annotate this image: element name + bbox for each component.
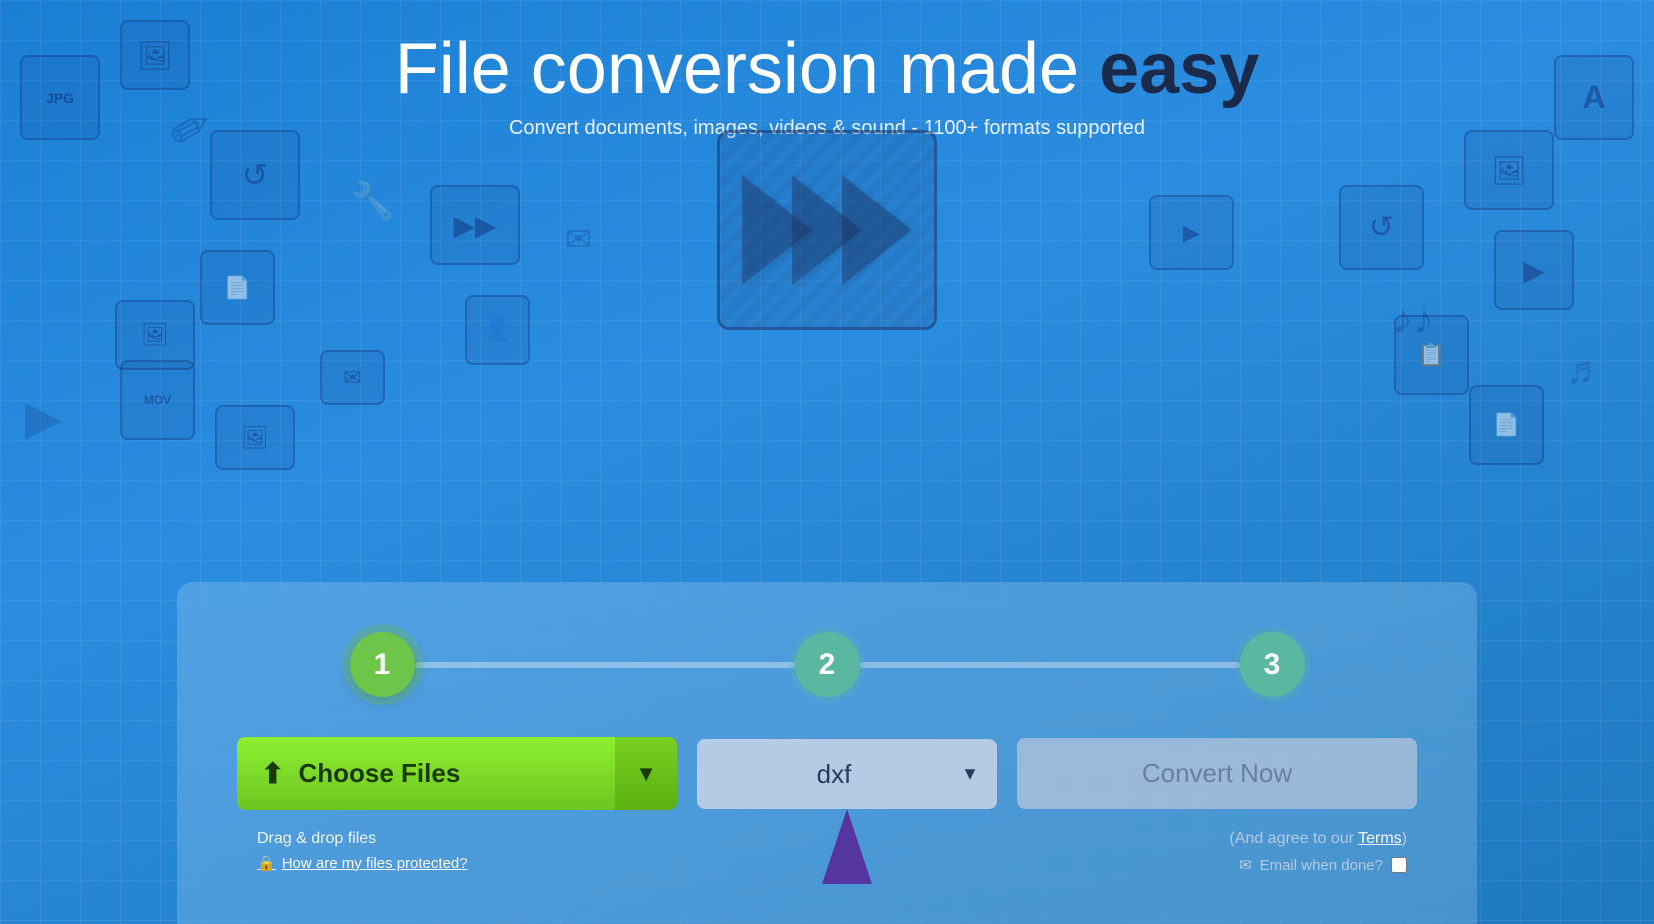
format-select-wrapper: dxf pdf jpg png mp4 mp3 doc docx ▼ bbox=[697, 739, 997, 809]
title-text: File conversion made bbox=[395, 29, 1099, 109]
step-line-2 bbox=[860, 662, 1240, 668]
conversion-panel: 1 2 3 ⬆ Choose Files ▼ dxf p bbox=[177, 582, 1477, 924]
play-arrows bbox=[742, 175, 912, 285]
step-1: 1 bbox=[350, 632, 415, 697]
dropdown-arrow-icon: ▼ bbox=[635, 761, 657, 787]
terms-text: (And agree to our Terms) bbox=[1229, 830, 1407, 848]
title-section: File conversion made easy Convert docume… bbox=[395, 30, 1260, 140]
file-protection-link[interactable]: 🔒 How are my files protected? bbox=[257, 854, 468, 872]
format-select[interactable]: dxf pdf jpg png mp4 mp3 doc docx bbox=[697, 739, 997, 809]
steps-row: 1 2 3 bbox=[237, 632, 1417, 697]
terms-link[interactable]: Terms bbox=[1358, 830, 1402, 847]
lock-icon: 🔒 bbox=[257, 854, 276, 872]
choose-files-button[interactable]: ⬆ Choose Files bbox=[237, 737, 615, 810]
upload-icon: ⬆ bbox=[261, 757, 284, 790]
format-area: dxf pdf jpg png mp4 mp3 doc docx ▼ bbox=[697, 739, 997, 809]
title-bold: easy bbox=[1099, 29, 1259, 109]
email-row: ✉ Email when done? bbox=[1239, 856, 1407, 874]
right-info: (And agree to our Terms) ✉ Email when do… bbox=[1229, 830, 1407, 874]
purple-up-arrow bbox=[822, 809, 872, 889]
page-content: File conversion made easy Convert docume… bbox=[0, 0, 1654, 150]
choose-files-label: Choose Files bbox=[298, 758, 460, 789]
drag-drop-text: Drag & drop files bbox=[257, 830, 468, 848]
logo-area bbox=[717, 130, 937, 330]
convert-now-label: Convert Now bbox=[1142, 758, 1292, 788]
left-info: Drag & drop files 🔒 How are my files pro… bbox=[247, 830, 468, 874]
controls-row: ⬆ Choose Files ▼ dxf pdf jpg png mp4 mp3… bbox=[237, 737, 1417, 810]
arrow-3 bbox=[842, 175, 912, 285]
file-protection-text: How are my files protected? bbox=[282, 855, 468, 872]
logo-box bbox=[717, 130, 937, 330]
email-icon: ✉ bbox=[1239, 856, 1252, 874]
email-label: Email when done? bbox=[1260, 857, 1383, 874]
choose-files-wrapper: ⬆ Choose Files ▼ bbox=[237, 737, 677, 810]
step-line-1 bbox=[415, 662, 795, 668]
step-3: 3 bbox=[1240, 632, 1305, 697]
step-2: 2 bbox=[795, 632, 860, 697]
email-checkbox[interactable] bbox=[1391, 857, 1407, 873]
convert-now-button[interactable]: Convert Now bbox=[1017, 738, 1417, 809]
choose-files-dropdown[interactable]: ▼ bbox=[615, 737, 677, 810]
main-title: File conversion made easy bbox=[395, 30, 1260, 109]
